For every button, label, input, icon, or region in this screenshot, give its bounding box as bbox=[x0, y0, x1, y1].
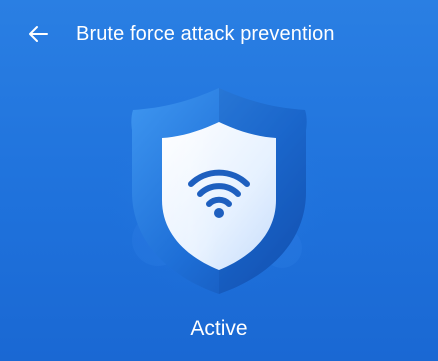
back-button[interactable] bbox=[22, 18, 54, 50]
arrow-left-icon bbox=[29, 26, 48, 42]
app-header: Brute force attack prevention bbox=[0, 0, 438, 68]
status-label: Active bbox=[190, 317, 248, 340]
screen: Brute force attack prevention Active bbox=[0, 0, 438, 361]
page-title: Brute force attack prevention bbox=[76, 23, 335, 45]
wifi-shield-icon bbox=[104, 88, 334, 300]
shield-illustration bbox=[0, 80, 438, 300]
